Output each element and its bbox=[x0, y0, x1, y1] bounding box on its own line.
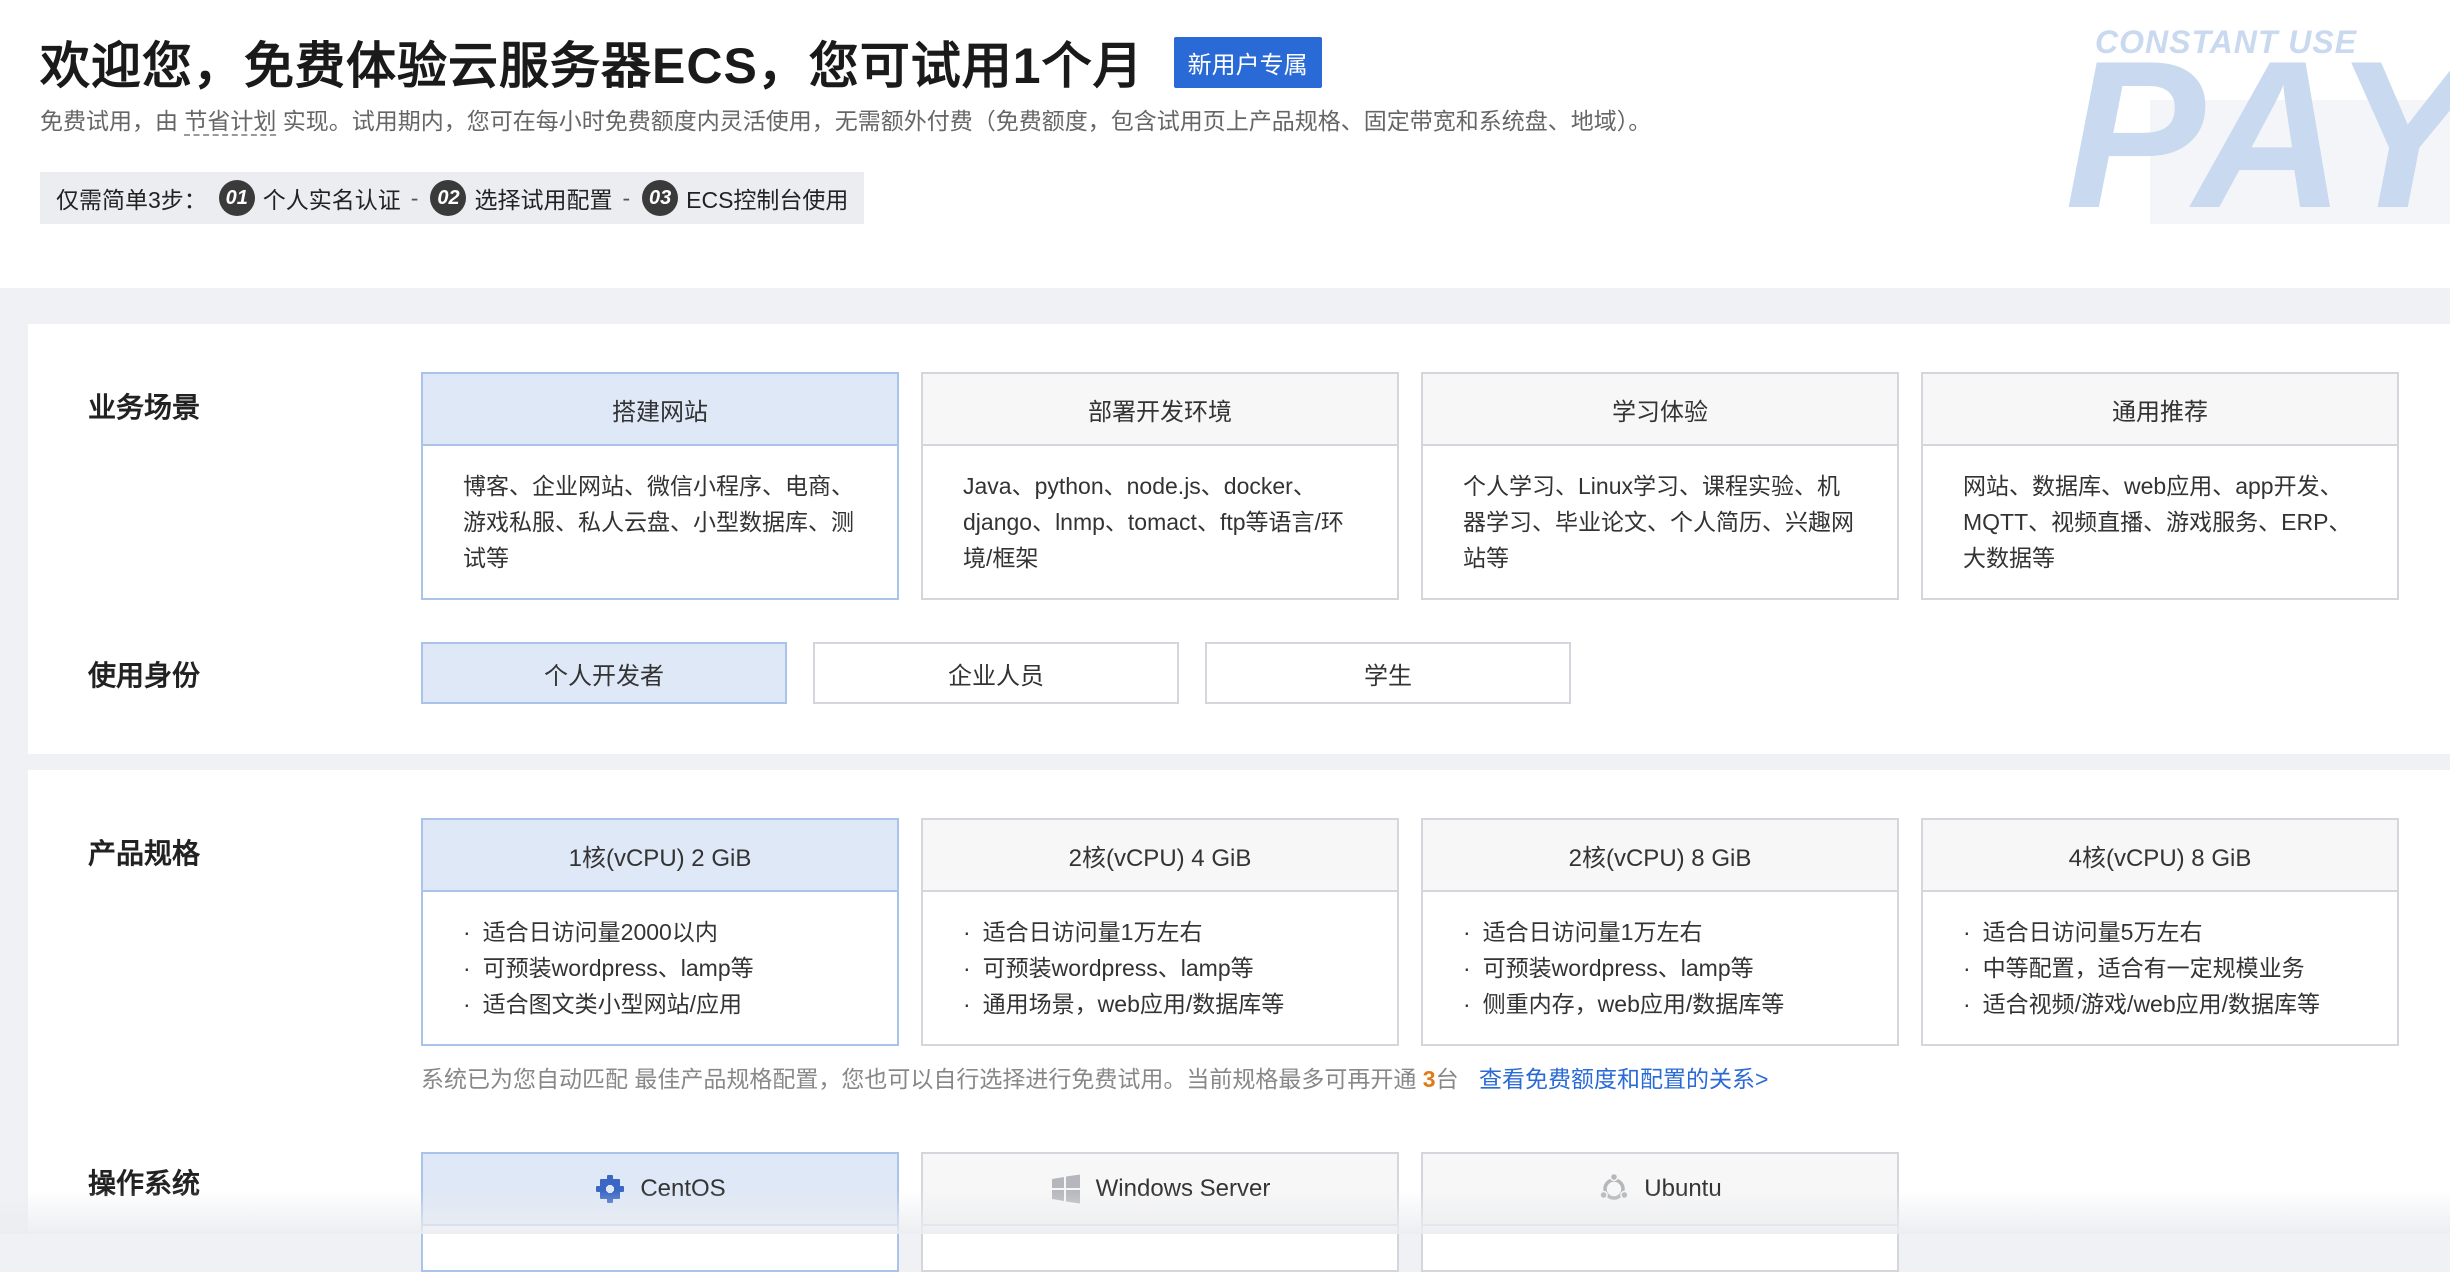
title-row: 欢迎您，免费体验云服务器ECS，您可试用1个月 新用户专属 bbox=[40, 26, 1322, 98]
spec-option-body: 适合日访问量1万左右 可预装wordpress、lamp等 通用场景，web应用… bbox=[923, 892, 1397, 1044]
spec-bullet: 可预装wordpress、lamp等 bbox=[1463, 950, 1857, 986]
identity-option-enterprise[interactable]: 企业人员 bbox=[813, 642, 1179, 704]
os-option-windows[interactable]: Windows Server bbox=[921, 1152, 1399, 1272]
centos-icon bbox=[594, 1173, 626, 1205]
new-user-badge: 新用户专属 bbox=[1173, 36, 1322, 88]
spec-bullet: 侧重内存，web应用/数据库等 bbox=[1463, 986, 1857, 1022]
spec-bullet: 适合日访问量1万左右 bbox=[1463, 914, 1857, 950]
scenario-option-desc: Java、python、node.js、docker、django、lnmp、t… bbox=[963, 473, 1344, 571]
spec-bullet: 适合日访问量2000以内 bbox=[463, 914, 857, 950]
config-panel: 产品规格 1核(vCPU) 2 GiB 适合日访问量2000以内 可预装word… bbox=[28, 770, 2450, 1272]
os-option-centos[interactable]: CentOS bbox=[421, 1152, 899, 1272]
scenario-option-learning[interactable]: 学习体验 个人学习、Linux学习、课程实验、机器学习、毕业论文、个人简历、兴趣… bbox=[1421, 372, 1899, 600]
step-1-label: 个人实名认证 bbox=[262, 187, 401, 213]
scenario-option-website[interactable]: 搭建网站 博客、企业网站、微信小程序、电商、游戏私服、私人云盘、小型数据库、测试… bbox=[421, 372, 899, 600]
scenario-option-title: 搭建网站 bbox=[423, 374, 897, 446]
spec-bullet: 适合视频/游戏/web应用/数据库等 bbox=[1963, 986, 2357, 1022]
scenario-option-desc: 个人学习、Linux学习、课程实验、机器学习、毕业论文、个人简历、兴趣网站等 bbox=[1463, 473, 1854, 571]
spec-bullet: 可预装wordpress、lamp等 bbox=[963, 950, 1357, 986]
spec-option-body: 适合日访问量1万左右 可预装wordpress、lamp等 侧重内存，web应用… bbox=[1423, 892, 1897, 1044]
identity-option-student[interactable]: 学生 bbox=[1205, 642, 1571, 704]
os-name: Ubuntu bbox=[1644, 1175, 1722, 1202]
identity-option-developer[interactable]: 个人开发者 bbox=[421, 642, 787, 704]
scenario-option-general[interactable]: 通用推荐 网站、数据库、web应用、app开发、MQTT、视频直播、游戏服务、E… bbox=[1921, 372, 2399, 600]
os-name: Windows Server bbox=[1095, 1175, 1271, 1202]
step-2-number: 02 bbox=[430, 180, 467, 216]
steps-label: 仅需简单3步： bbox=[56, 187, 207, 213]
spec-bullet: 中等配置，适合有一定规模业务 bbox=[1963, 950, 2357, 986]
scenario-option-title: 部署开发环境 bbox=[923, 374, 1397, 446]
scenario-option-title: 通用推荐 bbox=[1923, 374, 2397, 446]
scenario-label: 业务场景 bbox=[88, 392, 201, 423]
spec-option-title: 2核(vCPU) 4 GiB bbox=[923, 820, 1397, 892]
scenario-option-desc: 网站、数据库、web应用、app开发、MQTT、视频直播、游戏服务、ERP、大数… bbox=[1963, 473, 2352, 571]
spec-option-1c2g[interactable]: 1核(vCPU) 2 GiB 适合日访问量2000以内 可预装wordpress… bbox=[421, 818, 899, 1046]
ubuntu-icon bbox=[1598, 1173, 1630, 1205]
decor-pay: PAY bbox=[2065, 17, 2450, 252]
spec-option-4c8g[interactable]: 4核(vCPU) 8 GiB 适合日访问量5万左右 中等配置，适合有一定规模业务… bbox=[1921, 818, 2399, 1046]
spec-option-title: 1核(vCPU) 2 GiB bbox=[423, 820, 897, 892]
spec-bullet: 适合日访问量1万左右 bbox=[963, 914, 1357, 950]
scenario-option-dev-env[interactable]: 部署开发环境 Java、python、node.js、docker、django… bbox=[921, 372, 1399, 600]
os-option-head: Ubuntu bbox=[1423, 1154, 1897, 1226]
spec-bullet: 适合日访问量5万左右 bbox=[1963, 914, 2357, 950]
subtitle-prefix: 免费试用，由 bbox=[40, 108, 178, 134]
spec-bullet: 可预装wordpress、lamp等 bbox=[463, 950, 857, 986]
page-subtitle: 免费试用，由 节省计划 实现。试用期内，您可在每小时免费额度内灵活使用，无需额外… bbox=[40, 102, 1651, 136]
os-name: CentOS bbox=[640, 1175, 726, 1202]
spec-option-body: 适合日访问量2000以内 可预装wordpress、lamp等 适合图文类小型网… bbox=[423, 892, 897, 1044]
os-option-head: CentOS bbox=[423, 1154, 897, 1226]
page-title: 欢迎您，免费体验云服务器ECS，您可试用1个月 bbox=[40, 38, 1144, 94]
savings-plan-link[interactable]: 节省计划 bbox=[184, 108, 277, 136]
quota-relation-link[interactable]: 查看免费额度和配置的关系> bbox=[1479, 1066, 1768, 1092]
step-2-label: 选择试用配置 bbox=[474, 187, 613, 213]
os-option-head: Windows Server bbox=[923, 1154, 1397, 1226]
spec-option-title: 2核(vCPU) 8 GiB bbox=[1423, 820, 1897, 892]
scenario-option-title: 学习体验 bbox=[1423, 374, 1897, 446]
scenario-panel: 业务场景 搭建网站 博客、企业网站、微信小程序、电商、游戏私服、私人云盘、小型数… bbox=[28, 324, 2450, 754]
spec-bullet: 通用场景，web应用/数据库等 bbox=[963, 986, 1357, 1022]
identity-label: 使用身份 bbox=[88, 660, 201, 691]
spec-note: 系统已为您自动匹配 最佳产品规格配置，您也可以自行选择进行免费试用。当前规格最多… bbox=[421, 1060, 1768, 1094]
spec-option-2c8g[interactable]: 2核(vCPU) 8 GiB 适合日访问量1万左右 可预装wordpress、l… bbox=[1421, 818, 1899, 1046]
subtitle-suffix: 实现。试用期内，您可在每小时免费额度内灵活使用，无需额外付费（免费额度，包含试用… bbox=[282, 108, 1652, 134]
os-option-ubuntu[interactable]: Ubuntu bbox=[1421, 1152, 1899, 1272]
step-1-number: 01 bbox=[218, 180, 255, 216]
step-3-label: ECS控制台使用 bbox=[686, 187, 849, 213]
spec-note-text: 系统已为您自动匹配 最佳产品规格配置，您也可以自行选择进行免费试用。当前规格最多… bbox=[421, 1066, 1417, 1092]
windows-icon bbox=[1050, 1173, 1082, 1205]
step-separator: - bbox=[622, 184, 631, 211]
remaining-count: 3 bbox=[1422, 1066, 1436, 1092]
spec-bullet: 适合图文类小型网站/应用 bbox=[463, 986, 857, 1022]
trial-banner: CONSTANT USE PAY 欢迎您，免费体验云服务器ECS，您可试用1个月… bbox=[0, 0, 2450, 288]
step-separator: - bbox=[410, 184, 419, 211]
scenario-option-desc: 博客、企业网站、微信小程序、电商、游戏私服、私人云盘、小型数据库、测试等 bbox=[463, 473, 854, 571]
spec-label: 产品规格 bbox=[88, 838, 201, 869]
steps-bar: 仅需简单3步： 01 个人实名认证 - 02 选择试用配置 - 03 ECS控制… bbox=[40, 172, 865, 224]
spec-option-body: 适合日访问量5万左右 中等配置，适合有一定规模业务 适合视频/游戏/web应用/… bbox=[1923, 892, 2397, 1044]
os-label: 操作系统 bbox=[88, 1168, 201, 1199]
step-3-number: 03 bbox=[642, 180, 679, 216]
remaining-unit: 台 bbox=[1435, 1066, 1459, 1092]
spec-option-title: 4核(vCPU) 8 GiB bbox=[1923, 820, 2397, 892]
spec-option-2c4g[interactable]: 2核(vCPU) 4 GiB 适合日访问量1万左右 可预装wordpress、l… bbox=[921, 818, 1399, 1046]
